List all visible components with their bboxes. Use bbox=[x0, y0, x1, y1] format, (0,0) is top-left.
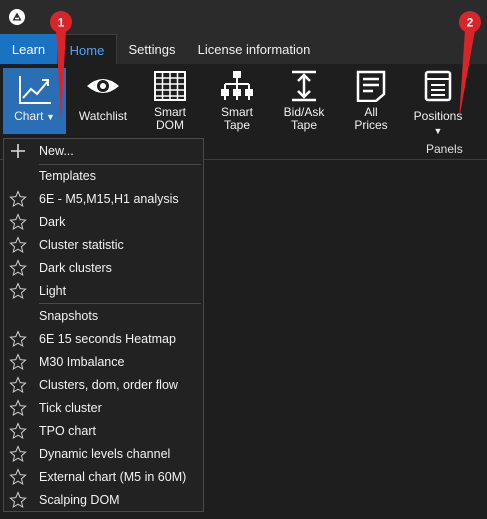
snapshots-header: Snapshots bbox=[39, 309, 99, 323]
menu-item-label: Tick cluster bbox=[39, 401, 102, 415]
watchlist-button[interactable]: Watchlist bbox=[76, 64, 130, 140]
menu-item-template[interactable]: Light bbox=[4, 280, 203, 303]
menu-item-snapshot[interactable]: Dynamic levels channel bbox=[4, 443, 203, 466]
menu-item-label: M30 Imbalance bbox=[39, 355, 125, 369]
star-outline-icon bbox=[9, 445, 27, 463]
star-outline-icon bbox=[9, 236, 27, 254]
menu-item-label: Dark clusters bbox=[39, 261, 112, 275]
document-list-icon bbox=[356, 70, 386, 102]
menu-item-template[interactable]: Dark clusters bbox=[4, 257, 203, 280]
plus-icon bbox=[11, 144, 25, 158]
menu-item-snapshot[interactable]: M30 Imbalance bbox=[4, 351, 203, 374]
smart-dom-button[interactable]: Smart DOM bbox=[146, 64, 194, 140]
star-outline-icon bbox=[9, 376, 27, 394]
callout-pin-2: 2 bbox=[459, 11, 481, 120]
smart-tape-button[interactable]: Smart Tape bbox=[212, 64, 262, 140]
tab-license-information[interactable]: License information bbox=[190, 34, 318, 64]
menu-item-label: Cluster statistic bbox=[39, 238, 124, 252]
star-outline-icon bbox=[9, 468, 27, 486]
hierarchy-icon bbox=[221, 71, 253, 100]
chart-dropdown-menu: New... Templates 6E - M5,M15,H1 analysis… bbox=[3, 138, 204, 512]
menu-item-snapshot[interactable]: External chart (M5 in 60M) bbox=[4, 466, 203, 489]
menu-item-new-label: New... bbox=[39, 144, 74, 158]
smart-tape-label-line2: Tape bbox=[223, 118, 251, 132]
all-prices-label-line2: Prices bbox=[354, 118, 388, 132]
menu-item-new[interactable]: New... bbox=[4, 140, 203, 163]
menu-item-snapshot[interactable]: Clusters, dom, order flow bbox=[4, 374, 203, 397]
menu-item-snapshot[interactable]: Tick cluster bbox=[4, 397, 203, 420]
chart-button-label: Chart bbox=[14, 109, 44, 123]
bid-ask-label-line2: Tape bbox=[290, 118, 318, 132]
menu-item-label: Dark bbox=[39, 215, 66, 229]
menu-item-template[interactable]: Dark bbox=[4, 211, 203, 234]
menu-item-label: Scalping DOM bbox=[39, 493, 120, 507]
app-logo-icon[interactable] bbox=[8, 8, 26, 26]
star-outline-icon bbox=[9, 399, 27, 417]
menu-section-templates: Templates bbox=[4, 165, 203, 188]
menu-item-snapshot[interactable]: TPO chart bbox=[4, 420, 203, 443]
menu-section-snapshots: Snapshots bbox=[4, 305, 203, 328]
star-outline-icon bbox=[9, 353, 27, 371]
menu-item-template[interactable]: Cluster statistic bbox=[4, 234, 203, 257]
menu-divider bbox=[39, 303, 201, 304]
tab-settings[interactable]: Settings bbox=[120, 34, 184, 64]
callout-number-1: 1 bbox=[58, 16, 65, 30]
menu-item-label: TPO chart bbox=[39, 424, 96, 438]
star-outline-icon bbox=[9, 330, 27, 348]
vertical-arrows-icon bbox=[292, 70, 316, 102]
star-outline-icon bbox=[9, 491, 27, 509]
callout-pin-1: 1 bbox=[50, 11, 72, 120]
menu-item-label: 6E 15 seconds Heatmap bbox=[39, 332, 176, 346]
chevron-down-icon: ▼ bbox=[433, 126, 443, 136]
templates-header: Templates bbox=[39, 169, 96, 183]
menu-item-label: External chart (M5 in 60M) bbox=[39, 470, 187, 484]
star-outline-icon bbox=[9, 282, 27, 300]
bid-ask-tape-button[interactable]: Bid/Ask Tape bbox=[279, 64, 329, 140]
smart-dom-label-line2: DOM bbox=[156, 118, 184, 132]
all-prices-button[interactable]: All Prices bbox=[347, 64, 395, 140]
clipboard-list-icon bbox=[424, 70, 452, 102]
menu-item-template[interactable]: 6E - M5,M15,H1 analysis bbox=[4, 188, 203, 211]
menu-item-label: Dynamic levels channel bbox=[39, 447, 171, 461]
menu-item-label: Clusters, dom, order flow bbox=[39, 378, 178, 392]
watchlist-label: Watchlist bbox=[78, 109, 128, 123]
callout-number-2: 2 bbox=[467, 16, 474, 30]
grid-table-icon bbox=[154, 71, 186, 101]
star-outline-icon bbox=[9, 213, 27, 231]
panels-group-label: Panels bbox=[426, 142, 463, 156]
menu-item-label: 6E - M5,M15,H1 analysis bbox=[39, 192, 179, 206]
menu-item-snapshot[interactable]: 6E 15 seconds Heatmap bbox=[4, 328, 203, 351]
menu-item-label: Light bbox=[39, 284, 67, 298]
star-outline-icon bbox=[9, 422, 27, 440]
star-outline-icon bbox=[9, 190, 27, 208]
star-outline-icon bbox=[9, 259, 27, 277]
menu-item-snapshot[interactable]: Scalping DOM bbox=[4, 489, 203, 512]
eye-icon bbox=[87, 79, 119, 93]
